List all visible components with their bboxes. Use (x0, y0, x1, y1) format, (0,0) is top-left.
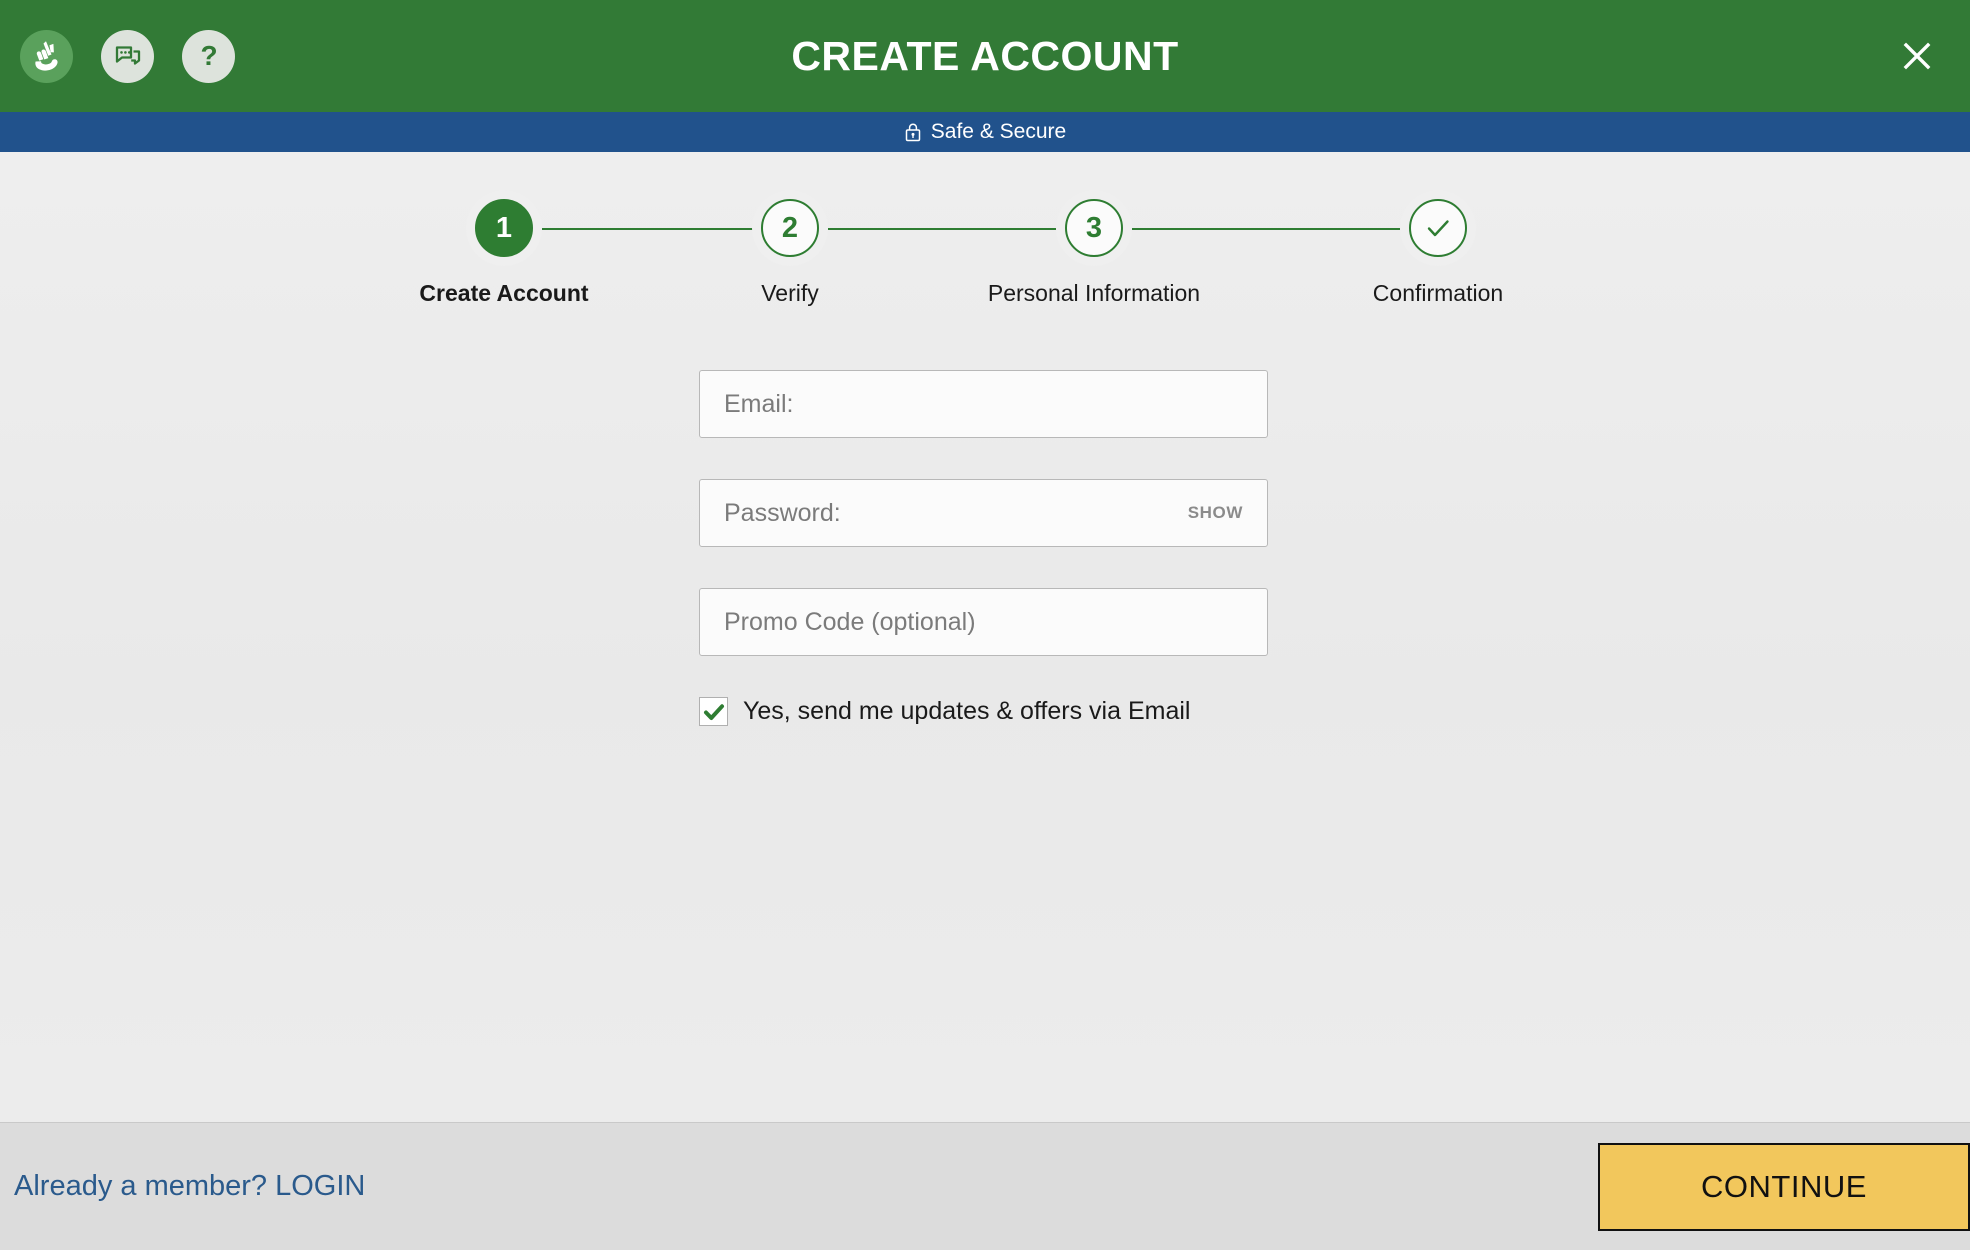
stepper-item-confirmation[interactable]: Confirmation (1288, 190, 1588, 307)
app-footer: Already a member? LOGIN CONTINUE (0, 1122, 1970, 1250)
check-icon (702, 700, 726, 724)
lock-icon (904, 122, 922, 142)
step-check-badge-4 (1409, 199, 1467, 257)
stepper-item-personal-information[interactable]: 3 Personal Information (944, 190, 1244, 307)
secure-banner: Safe & Secure (0, 112, 1970, 152)
main-content: 1 Create Account 2 Verify 3 Personal Inf… (0, 152, 1970, 1122)
progress-stepper: 1 Create Account 2 Verify 3 Personal Inf… (0, 190, 1970, 340)
promo-code-field[interactable]: Promo Code (optional) (699, 588, 1268, 656)
login-link[interactable]: Already a member? LOGIN (14, 1170, 365, 1203)
step-circle-wrap-3: 3 (1056, 190, 1132, 266)
email-opt-in-label: Yes, send me updates & offers via Email (743, 697, 1191, 725)
help-icon[interactable]: ? (182, 29, 235, 83)
step-label-1: Create Account (419, 280, 589, 306)
step-label-3: Personal Information (987, 280, 1201, 306)
step-circle-wrap-2: 2 (752, 190, 828, 266)
email-field[interactable]: Email: (699, 370, 1268, 438)
page-title: CREATE ACCOUNT (791, 32, 1179, 79)
step-number-badge-3: 3 (1065, 199, 1123, 257)
email-opt-in-row[interactable]: Yes, send me updates & offers via Email (699, 697, 1268, 726)
step-connector-3-4 (1132, 228, 1400, 230)
password-field[interactable]: Password: SHOW (699, 479, 1268, 547)
password-field-placeholder: Password: (724, 498, 841, 527)
step-connector-2-3 (828, 228, 1056, 230)
step-label-2: Verify (761, 280, 819, 306)
promo-code-field-placeholder: Promo Code (optional) (724, 607, 976, 636)
step-number-2: 2 (781, 211, 799, 244)
secure-banner-text: Safe & Secure (930, 120, 1067, 143)
password-show-toggle[interactable]: SHOW (1188, 503, 1243, 523)
stepper-item-create-account[interactable]: 1 Create Account (354, 190, 654, 307)
svg-text:?: ? (200, 40, 217, 71)
step-number-badge-2: 2 (761, 199, 819, 257)
email-field-placeholder: Email: (724, 389, 794, 418)
brand-logo-icon[interactable] (20, 29, 73, 83)
step-circle-wrap-1: 1 (466, 190, 542, 266)
step-number-3: 3 (1085, 211, 1103, 244)
step-number-badge-1: 1 (475, 199, 533, 257)
step-label-4: Confirmation (1372, 280, 1504, 306)
step-circle-wrap-4 (1400, 190, 1476, 266)
step-number-1: 1 (495, 211, 513, 244)
close-icon[interactable] (1894, 33, 1940, 79)
checkmark-icon (1422, 212, 1454, 244)
continue-button[interactable]: CONTINUE (1598, 1143, 1970, 1231)
stepper-item-verify[interactable]: 2 Verify (640, 190, 940, 307)
email-opt-in-checkbox[interactable] (699, 697, 728, 726)
chat-icon[interactable] (101, 29, 154, 83)
app-header: ? CREATE ACCOUNT (0, 0, 1970, 112)
header-icon-group: ? (0, 29, 235, 83)
signup-form: Email: Password: SHOW Promo Code (option… (699, 370, 1268, 726)
